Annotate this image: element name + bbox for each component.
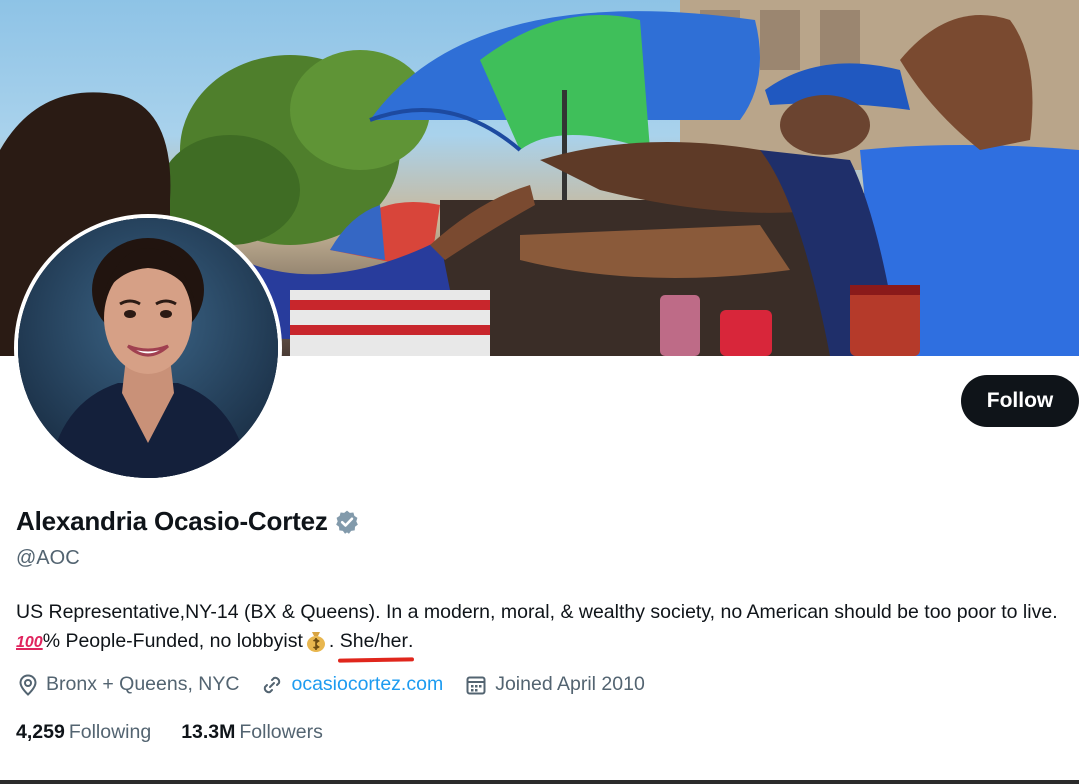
bio-text: .: [408, 630, 414, 652]
pronouns-text: She/her: [340, 627, 408, 656]
followers-count: 13.3M: [181, 721, 236, 743]
bio-text: % People-Funded, no lobbyist: [42, 630, 303, 652]
money-bag-icon: [306, 632, 325, 652]
following-label: Following: [68, 721, 152, 743]
link-icon: [264, 676, 281, 693]
followers-link[interactable]: 13.3M Followers: [181, 721, 323, 744]
following-link[interactable]: 4,259 Following: [16, 721, 151, 744]
location-text: Bronx + Queens, NYC: [46, 673, 240, 695]
display-name: Alexandria Ocasio-Cortez: [16, 506, 328, 536]
profile-avatar[interactable]: [14, 214, 282, 482]
profile-handle: @AOC: [16, 547, 80, 569]
location-pin-icon: [19, 673, 37, 696]
bio-text: .: [328, 630, 340, 652]
bottom-divider: [0, 780, 1079, 784]
location-item: Bronx + Queens, NYC: [18, 673, 239, 696]
bio-text: US Representative,NY-14 (BX & Queens). I…: [16, 601, 1058, 623]
calendar-icon: [466, 676, 486, 694]
profile-name-row: Alexandria Ocasio-Cortez: [16, 506, 360, 537]
profile-stats: 4,259 Following 13.3M Followers: [16, 721, 353, 744]
joined-text: Joined April 2010: [495, 673, 645, 695]
verified-badge-icon[interactable]: [334, 509, 360, 535]
follow-button[interactable]: Follow: [961, 375, 1079, 427]
following-count: 4,259: [16, 721, 65, 743]
website-link[interactable]: ocasiocortez.com: [291, 673, 443, 696]
profile-bio: US Representative,NY-14 (BX & Queens). I…: [16, 598, 1066, 657]
joined-item: Joined April 2010: [465, 673, 645, 696]
website-item[interactable]: ocasiocortez.com: [261, 673, 443, 696]
hundred-points-icon: 100: [16, 634, 43, 651]
followers-label: Followers: [239, 721, 323, 743]
avatar-photo: [18, 218, 278, 478]
profile-meta-row: Bronx + Queens, NYC ocasiocortez.com Joi…: [18, 673, 667, 696]
